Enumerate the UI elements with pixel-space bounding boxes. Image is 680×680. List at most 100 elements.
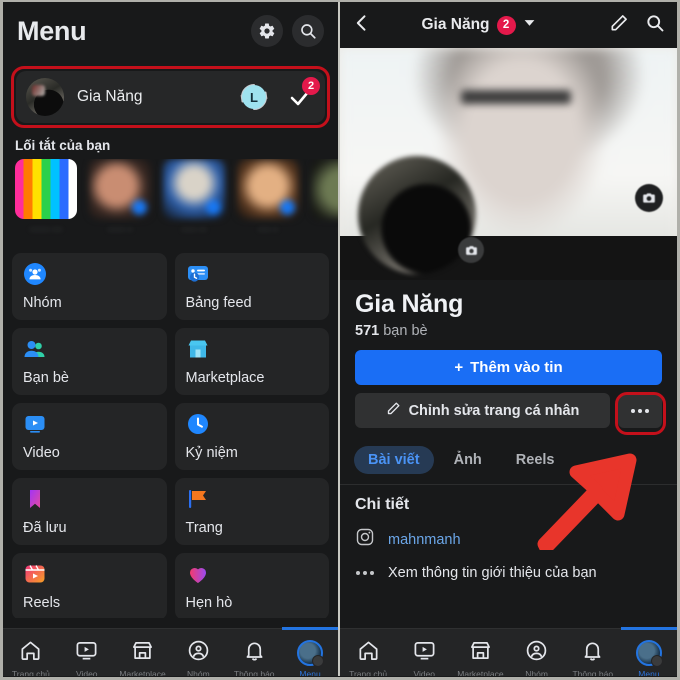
nav-item-video[interactable]: Video — [396, 629, 452, 676]
nav-item-home[interactable]: Trang chủ — [3, 629, 59, 676]
nav-item-groups[interactable]: Nhóm — [170, 629, 226, 676]
check-icon[interactable]: 2 — [285, 77, 320, 112]
avatar-menu-icon — [635, 639, 663, 667]
menu-badge-icon — [312, 654, 325, 667]
menu-item-label: Kỷ niệm — [185, 445, 238, 461]
header-name: Gia Năng — [421, 16, 490, 33]
menu-item-label: Video — [23, 445, 60, 461]
menu-item-friends[interactable]: Bạn bè — [12, 328, 167, 395]
menu-item-pages[interactable]: Trang — [174, 478, 329, 545]
menu-item-video[interactable]: Video — [12, 403, 167, 470]
search-icon[interactable] — [645, 13, 665, 38]
profile-row-highlight: Gia Năng L 2 — [11, 66, 330, 128]
switch-account-letter: L — [242, 85, 266, 109]
menu-item-groups[interactable]: Nhóm — [12, 253, 167, 320]
menu-item-label: Trang — [185, 520, 223, 536]
detail-instagram[interactable]: mahnmanh — [355, 527, 662, 552]
menu-item-dating[interactable]: Hẹn hò — [174, 553, 329, 620]
pages-icon — [186, 487, 210, 511]
edit-profile-button[interactable]: Chỉnh sửa trang cá nhân — [355, 393, 610, 428]
profile-identity: Gia Năng 571 bạn bè — [340, 280, 677, 339]
list-item[interactable]: ...... ... — [161, 159, 227, 245]
detail-text: Xem thông tin giới thiệu của bạn — [388, 565, 597, 581]
more-horizontal-icon — [638, 408, 642, 413]
more-options-button[interactable] — [618, 393, 662, 428]
tab-photos[interactable]: Ảnh — [440, 446, 496, 474]
pencil-icon[interactable] — [609, 13, 629, 38]
nav-item-video[interactable]: Video — [59, 629, 115, 676]
cover-photo[interactable] — [340, 48, 677, 280]
video-icon — [75, 639, 98, 667]
menu-item-label: Reels — [23, 595, 61, 611]
marketplace-icon — [186, 337, 210, 361]
menu-item-marketplace[interactable]: Marketplace — [174, 328, 329, 395]
nav-label: Marketplace — [457, 669, 504, 676]
badge-dot — [132, 200, 147, 215]
more-horizontal-icon — [355, 571, 375, 575]
nav-item-home[interactable]: Trang chủ — [340, 629, 396, 676]
menu-item-memories[interactable]: Kỷ niệm — [174, 403, 329, 470]
menu-item-label: Bạn bè — [23, 370, 69, 386]
menu-header: Menu — [3, 2, 338, 60]
current-profile-row[interactable]: Gia Năng L 2 — [16, 71, 325, 123]
plus-icon: + — [454, 359, 464, 376]
add-to-story-button[interactable]: + Thêm vào tin — [355, 350, 662, 385]
menu-grid: Nhóm Bảng feed Bạn bè Marketplace Video … — [3, 245, 338, 620]
account-switch-icon[interactable]: L — [237, 80, 271, 114]
list-item[interactable]: ... — [309, 159, 338, 245]
nav-item-marketplace[interactable]: Marketplace — [115, 629, 171, 676]
nav-label: Trang chủ — [11, 669, 50, 676]
friends-icon — [23, 337, 47, 361]
menu-item-feeds[interactable]: Bảng feed — [174, 253, 329, 320]
menu-item-label: Marketplace — [185, 370, 265, 386]
profile-header-title[interactable]: Gia Năng 2 — [364, 15, 593, 35]
menu-panel: Menu Gia Năng L 2 Lối tắt của bạn ......… — [3, 2, 340, 676]
avatar — [26, 78, 64, 116]
nav-item-notifications[interactable]: Thông báo — [565, 629, 621, 676]
marketplace-icon — [469, 639, 492, 667]
profile-avatar[interactable] — [358, 156, 476, 274]
menu-badge-icon — [650, 654, 663, 667]
avatar-menu-icon — [297, 639, 325, 667]
menu-item-label: Bảng feed — [185, 295, 252, 311]
menu-item-reels[interactable]: Reels — [12, 553, 167, 620]
list-item[interactable]: ..... .. — [235, 159, 301, 245]
friends-count[interactable]: 571 bạn bè — [355, 323, 662, 339]
profile-name: Gia Năng — [77, 88, 143, 105]
more-horizontal-icon — [631, 408, 635, 413]
shortcut-label: ..... .. — [257, 223, 278, 232]
nav-label: Menu — [638, 669, 660, 676]
add-to-story-label: Thêm vào tin — [470, 359, 563, 376]
profile-name: Gia Năng — [355, 290, 464, 318]
list-item[interactable]: ....... .. — [87, 159, 153, 245]
partial-thumbnail — [311, 159, 338, 219]
facebook-mobile-screenshot: Menu Gia Năng L 2 Lối tắt của bạn ......… — [0, 0, 680, 680]
menu-item-saved[interactable]: Đã lưu — [12, 478, 167, 545]
chevron-down-icon[interactable] — [523, 16, 536, 34]
friends-count-label: bạn bè — [383, 323, 428, 339]
nav-item-menu[interactable]: Menu — [621, 627, 677, 676]
shortcut-label: ....... .. — [107, 223, 133, 232]
settings-button[interactable] — [251, 15, 283, 47]
shortcut-label: ...... ... — [181, 223, 207, 232]
camera-icon[interactable] — [458, 237, 484, 263]
tab-posts[interactable]: Bài viết — [354, 446, 434, 474]
search-button[interactable] — [292, 15, 324, 47]
nav-label: Video — [75, 669, 98, 676]
nav-item-marketplace[interactable]: Marketplace — [452, 629, 508, 676]
details-section: Chi tiết mahnmanh Xem thông tin giới thi… — [340, 485, 677, 581]
shortcuts-row[interactable]: ........ .... ....... .. ...... ... ....… — [3, 159, 338, 245]
list-item[interactable]: ........ .... — [13, 159, 79, 245]
camera-icon[interactable] — [635, 184, 663, 212]
reels-icon — [23, 562, 47, 586]
detail-about[interactable]: Xem thông tin giới thiệu của bạn — [355, 565, 662, 581]
tab-reels[interactable]: Reels — [502, 446, 569, 474]
badge-dot — [206, 200, 221, 215]
page-title: Menu — [17, 15, 87, 46]
nav-item-groups[interactable]: Nhóm — [509, 629, 565, 676]
nav-item-notifications[interactable]: Thông báo — [226, 629, 282, 676]
nav-item-menu[interactable]: Menu — [281, 627, 338, 676]
pencil-icon — [386, 401, 401, 420]
details-title: Chi tiết — [355, 496, 410, 513]
nav-label: Marketplace — [119, 669, 166, 676]
